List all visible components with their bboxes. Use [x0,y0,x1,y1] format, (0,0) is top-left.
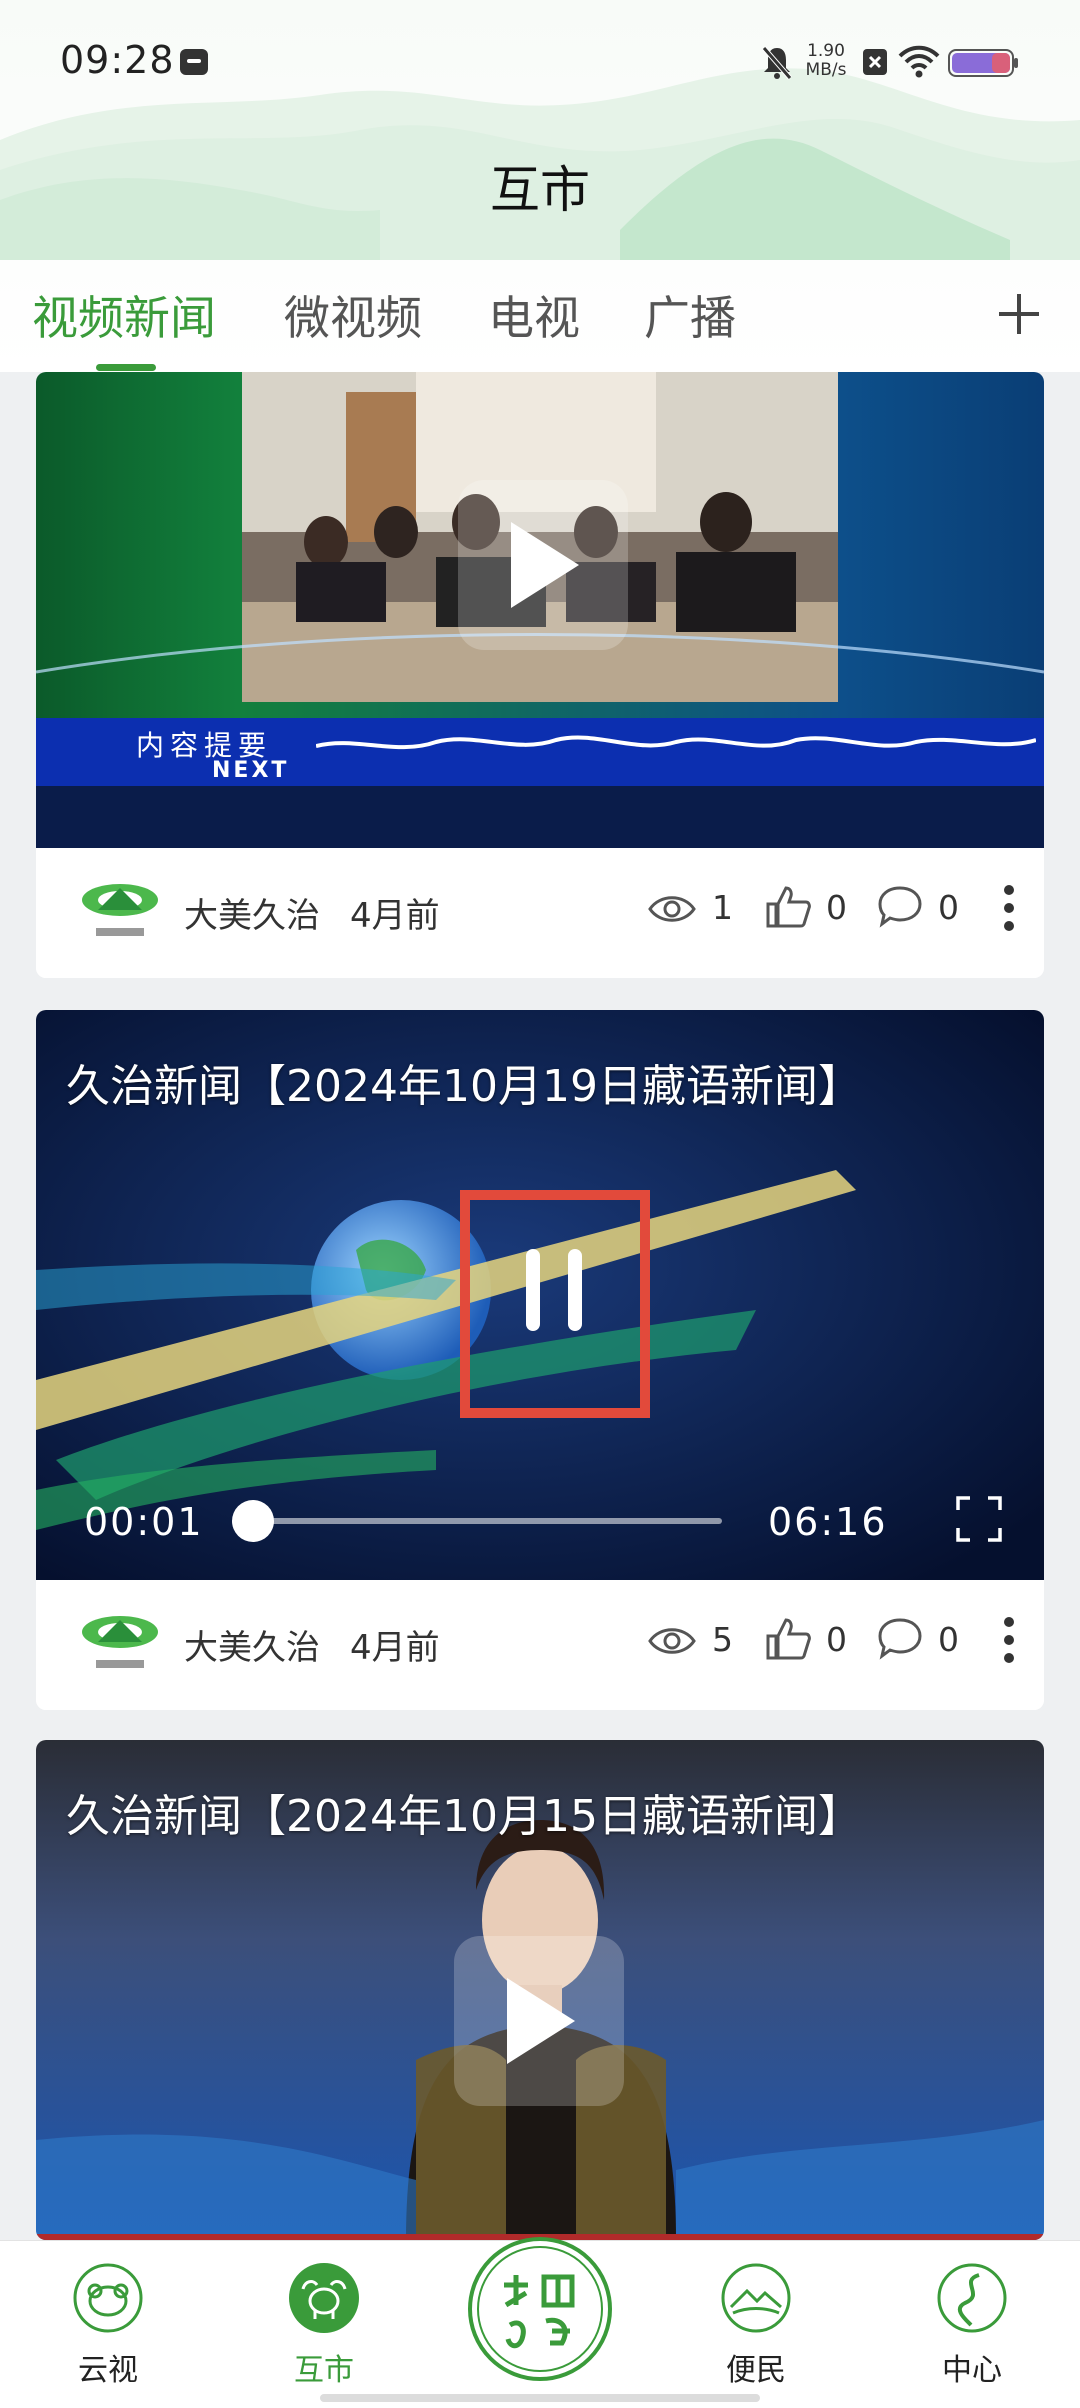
play-icon [511,522,579,608]
author-name[interactable]: 大美久治 [184,1620,320,1669]
total-time: 06:16 [768,1500,888,1544]
author-avatar[interactable] [78,1602,162,1686]
network-speed-value: 1.90 [807,41,845,61]
network-speed-unit: MB/s [805,60,847,80]
status-time: 09:28 [60,38,175,82]
sheep-icon [73,2263,143,2333]
likes-count: 0 [826,1620,847,1659]
nav-item-bianmin[interactable]: 便民 [686,2261,826,2389]
bottom-navigation: 云视 互市 便民 中心 [0,2237,1080,2408]
nav-item-zhongxin[interactable]: 中心 [902,2261,1042,2389]
comment-icon[interactable] [876,1616,924,1662]
fullscreen-icon[interactable] [956,1496,1002,1542]
battery-icon [948,49,1018,77]
video-card: 内容提要 NEXT 大美久治 4月前 1 0 0 [36,372,1044,978]
current-time: 00:01 [84,1500,204,1544]
video-player[interactable]: 久治新闻【2024年10月19日藏语新闻】 00:01 06:16 [36,1010,1044,1580]
network-speed: 1.90 MB/s [800,42,852,80]
views-count: 5 [712,1620,733,1659]
home-indicator [320,2394,760,2402]
tab-video-news[interactable]: 视频新闻 [32,282,216,348]
video-feed: 内容提要 NEXT 大美久治 4月前 1 0 0 久治新闻【2024年10月19… [0,372,1080,2240]
video-meta: 大美久治 4月前 1 0 0 [36,848,1044,978]
status-bar: 09:28 1.90 MB/s [0,30,1080,100]
more-options-icon[interactable] [1002,1616,1016,1664]
author-name[interactable]: 大美久治 [184,888,320,937]
tab-tv[interactable]: 电视 [488,282,580,348]
nav-label-zhongxin: 中心 [942,2353,1002,2388]
play-button[interactable] [454,1936,624,2106]
tab-radio[interactable]: 广播 [644,282,736,348]
pause-icon[interactable] [506,1235,606,1345]
landscape-icon [721,2263,791,2333]
road-icon [937,2263,1007,2333]
page-title: 互市 [490,161,590,219]
nav-item-hushi[interactable]: 互市 [254,2261,394,2389]
video-card: 久治新闻【2024年10月19日藏语新闻】 00:01 06:16 大美久治 4… [36,1010,1044,1710]
like-icon[interactable] [764,884,812,930]
video-title: 久治新闻【2024年10月15日藏语新闻】 [66,1791,862,1842]
app-header: 09:28 1.90 MB/s 互市 视频新闻 微视频 电视 广播 [0,0,1080,372]
play-icon [507,1978,575,2064]
author-avatar[interactable] [78,870,162,954]
video-thumbnail[interactable]: 内容提要 NEXT [36,372,1044,848]
progress-bar[interactable] [256,1518,722,1524]
banner-next-label: NEXT [212,758,290,783]
tab-micro-video[interactable]: 微视频 [284,282,422,348]
nav-label-hushi: 互市 [294,2353,354,2388]
tibetan-ticker-text [316,735,1036,750]
views-icon [648,896,696,922]
video-meta: 大美久治 4月前 5 0 0 [36,1580,1044,1710]
nav-label-yunshi: 云视 [78,2353,138,2388]
logo-emblem[interactable] [466,2235,614,2383]
nav-label-bianmin: 便民 [726,2353,786,2388]
wifi-icon [898,45,940,78]
post-time: 4月前 [350,896,440,936]
video-thumbnail[interactable]: 久治新闻【2024年10月15日藏语新闻】 [36,1740,1044,2240]
comments-count: 0 [938,888,959,927]
sim-off-icon [863,49,887,75]
like-icon[interactable] [764,1616,812,1662]
comments-count: 0 [938,1620,959,1659]
add-tab-icon[interactable] [995,290,1043,338]
mute-bell-icon [762,46,792,80]
yak-icon [289,2263,359,2333]
post-time: 4月前 [350,1628,440,1668]
category-tabs: 视频新闻 微视频 电视 广播 [0,270,1080,371]
comment-icon[interactable] [876,884,924,930]
video-title: 久治新闻【2024年10月19日藏语新闻】 [66,1061,862,1112]
views-icon [648,1628,696,1654]
active-tab-indicator [96,364,156,371]
message-icon [180,49,208,75]
likes-count: 0 [826,888,847,927]
nav-item-yunshi[interactable]: 云视 [38,2261,178,2389]
views-count: 1 [712,888,733,927]
progress-knob[interactable] [232,1500,274,1542]
video-card: 久治新闻【2024年10月15日藏语新闻】 [36,1740,1044,2240]
play-button[interactable] [458,480,628,650]
more-options-icon[interactable] [1002,884,1016,932]
